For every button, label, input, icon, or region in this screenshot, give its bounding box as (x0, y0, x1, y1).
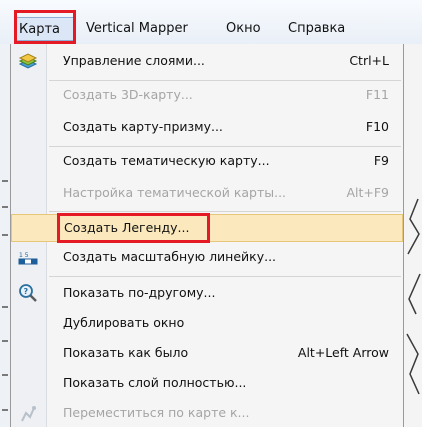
menubar-item-vertical-mapper[interactable]: Vertical Mapper (86, 17, 188, 41)
menu-item-shortcut: F11 (365, 87, 389, 102)
menu-item-label: Управление слоями... (63, 53, 205, 68)
menu-item-clone-view[interactable]: Дублировать окно (11, 310, 403, 338)
menu-item-layer-control[interactable]: Управление слоями... Ctrl+L (11, 48, 403, 76)
menu-item-label: Создать тематическую карту... (63, 153, 270, 168)
menu-separator (49, 146, 401, 147)
menu-item-view-entire-layer[interactable]: Показать слой полностью... (11, 370, 403, 398)
menu-item-thematic-settings[interactable]: Настройка тематической карты... Alt+F9 (11, 180, 403, 208)
zoom-icon: ? (18, 283, 38, 303)
menu-item-change-view[interactable]: ? Показать по-другому... (11, 280, 403, 308)
menu-item-label: Показать по-другому... (63, 285, 216, 300)
menu-item-label: Создать 3D-карту... (63, 87, 193, 102)
layers-icon (18, 52, 38, 72)
menu-item-label: Показать слой полностью... (63, 375, 247, 390)
menu-separator (49, 276, 401, 277)
menu-item-shortcut: Alt+Left Arrow (297, 345, 389, 360)
menu-item-label: Настройка тематической карты... (63, 185, 287, 200)
menu-item-create-thematic-map[interactable]: Создать тематическую карту... F9 (11, 148, 403, 176)
menubar-item-okno[interactable]: Окно (226, 17, 261, 41)
menu-separator (49, 211, 401, 212)
menu-item-pan-to[interactable]: Переместиться по карте к... (11, 400, 403, 428)
annotation-highlight-karta (14, 10, 76, 44)
menu-item-shortcut: Ctrl+L (349, 53, 389, 68)
menu-item-create-3d-map[interactable]: Создать 3D-карту... F11 (11, 82, 403, 110)
menu-item-create-prism-map[interactable]: Создать карту-призму... F10 (11, 114, 403, 142)
menu-item-label: Показать как было (63, 345, 189, 360)
menu-item-shortcut: F9 (373, 153, 389, 168)
svg-text:1 5: 1 5 (19, 252, 29, 259)
menu-item-label: Создать карту-призму... (63, 119, 223, 134)
pan-icon (18, 404, 38, 424)
map-background-left (0, 44, 10, 427)
map-background-right (404, 44, 422, 427)
menu-item-previous-view[interactable]: Показать как было Alt+Left Arrow (11, 340, 403, 368)
menu-item-create-scale-bar[interactable]: 1 5 Создать масштабную линейку... (11, 244, 403, 272)
menu-item-shortcut: Alt+F9 (346, 185, 389, 200)
menu-separator (49, 80, 401, 81)
scale-bar-icon: 1 5 (18, 248, 38, 268)
svg-text:?: ? (24, 287, 29, 296)
menu-item-label: Переместиться по карте к... (63, 405, 250, 420)
menu-item-label: Создать масштабную линейку... (63, 249, 277, 264)
annotation-highlight-create-legend (57, 213, 210, 243)
menu-item-shortcut: F10 (365, 119, 389, 134)
menubar-item-spravka[interactable]: Справка (288, 17, 345, 41)
menu-item-label: Дублировать окно (63, 315, 185, 330)
